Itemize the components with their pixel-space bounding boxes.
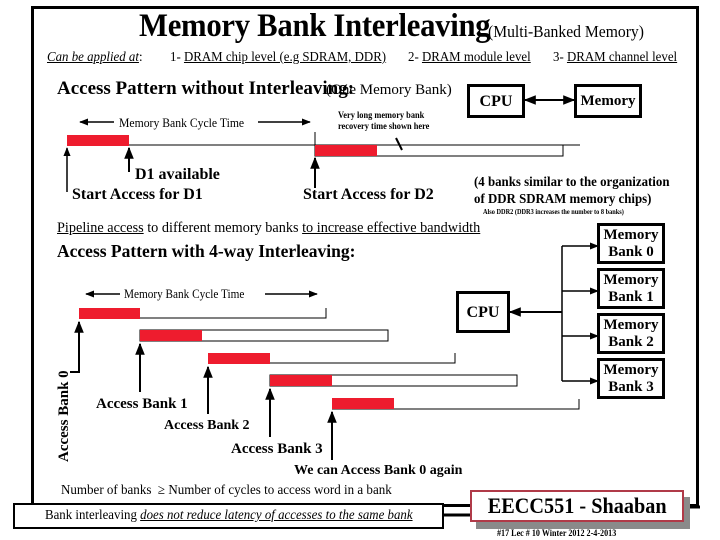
recovery-note: Very long memory bank recovery time show… bbox=[338, 111, 429, 133]
start-d2-label: Start Access for D2 bbox=[303, 186, 434, 203]
access-bar-d2 bbox=[315, 145, 377, 156]
interleave-heading: Access Pattern with 4-way Interleaving: bbox=[57, 241, 356, 261]
rule-right: Number of cycles to access word in a ban… bbox=[168, 483, 392, 498]
recovery-note-line2: recovery time shown here bbox=[338, 122, 430, 132]
pipeline-part1: Pipeline access bbox=[57, 220, 144, 236]
access-bar-bank3 bbox=[270, 375, 332, 386]
memory-bank-line1: Memory bbox=[603, 271, 659, 288]
cpu-bank-bus bbox=[508, 242, 599, 385]
cpu-box-bottom: CPU bbox=[456, 291, 510, 333]
badge-text: EECC551 - Shaaban bbox=[487, 493, 667, 518]
no-interleave-heading: Access Pattern without Interleaving: bbox=[57, 78, 355, 99]
banks-note-line1: (4 banks similar to the organization bbox=[474, 175, 670, 190]
latency-note-box: Bank interleaving does not reduce latenc… bbox=[13, 503, 444, 529]
pipeline-part2: to different memory banks bbox=[143, 220, 303, 236]
cpu-box-top: CPU bbox=[467, 84, 525, 118]
access-bar-d1 bbox=[67, 135, 129, 146]
banks-note-line3: Also DDR2 (DDR3 increases the number to … bbox=[483, 208, 624, 216]
access-bank3-label: Access Bank 3 bbox=[231, 441, 323, 457]
access-bar-bank1 bbox=[140, 330, 202, 341]
start-d1-label: Start Access for D1 bbox=[72, 186, 203, 203]
slide-footer: #17 Lec # 10 Winter 2012 2-4-2013 bbox=[497, 528, 617, 538]
access-bank2-label: Access Bank 2 bbox=[164, 418, 250, 433]
arrow-access-bank0 bbox=[70, 320, 84, 373]
recovery-note-line1: Very long memory bank bbox=[338, 111, 425, 121]
latency-emphasis: does not reduce latency of accesses to t… bbox=[139, 508, 413, 523]
access-bar-bank0-again bbox=[332, 398, 394, 409]
memory-bank-line2: Bank 3 bbox=[608, 378, 654, 395]
access-bar-bank2 bbox=[208, 353, 270, 364]
pipeline-statement: Pipeline access to different memory bank… bbox=[57, 220, 480, 237]
access-bank1-label: Access Bank 1 bbox=[96, 396, 188, 412]
access-bar-bank0 bbox=[79, 308, 140, 319]
rule-symbol: ≥ bbox=[157, 483, 166, 498]
d1-available-label: D1 available bbox=[135, 166, 220, 183]
course-badge: EECC551 - Shaaban bbox=[470, 490, 684, 522]
access-again-label: We can Access Bank 0 again bbox=[294, 463, 463, 478]
memory-bank-line1: Memory bbox=[603, 226, 659, 243]
rule-left: Number of banks bbox=[61, 483, 152, 498]
memory-bank-line1: Memory bbox=[603, 361, 659, 378]
latency-note: Bank interleaving does not reduce latenc… bbox=[45, 508, 413, 524]
access-bank0-label: Access Bank 0 bbox=[56, 370, 72, 462]
memory-bank-line1: Memory bbox=[603, 316, 659, 333]
memory-bank-3-box: Memory Bank 3 bbox=[597, 358, 665, 399]
pipeline-part3: to increase effective bandwidth bbox=[302, 220, 481, 236]
cycle-time-label-2: Memory Bank Cycle Time bbox=[124, 287, 245, 301]
memory-bank-1-box: Memory Bank 1 bbox=[597, 268, 665, 309]
memory-box-top: Memory bbox=[574, 84, 642, 118]
memory-bank-line2: Bank 2 bbox=[608, 333, 654, 350]
banks-rule: Number of banks ≥ Number of cycles to ac… bbox=[61, 483, 392, 499]
banks-note-line2: of DDR SDRAM memory chips) bbox=[474, 192, 652, 207]
memory-bank-2-box: Memory Bank 2 bbox=[597, 313, 665, 354]
memory-bank-line2: Bank 1 bbox=[608, 288, 654, 305]
no-interleave-note: (One Memory Bank) bbox=[326, 82, 452, 98]
banks-note: (4 banks similar to the organization of … bbox=[474, 174, 669, 208]
cycle-time-label-1: Memory Bank Cycle Time bbox=[119, 115, 245, 130]
latency-prefix: Bank interleaving bbox=[44, 508, 140, 523]
memory-bank-0-box: Memory Bank 0 bbox=[597, 223, 665, 264]
memory-bank-line2: Bank 0 bbox=[608, 243, 654, 260]
